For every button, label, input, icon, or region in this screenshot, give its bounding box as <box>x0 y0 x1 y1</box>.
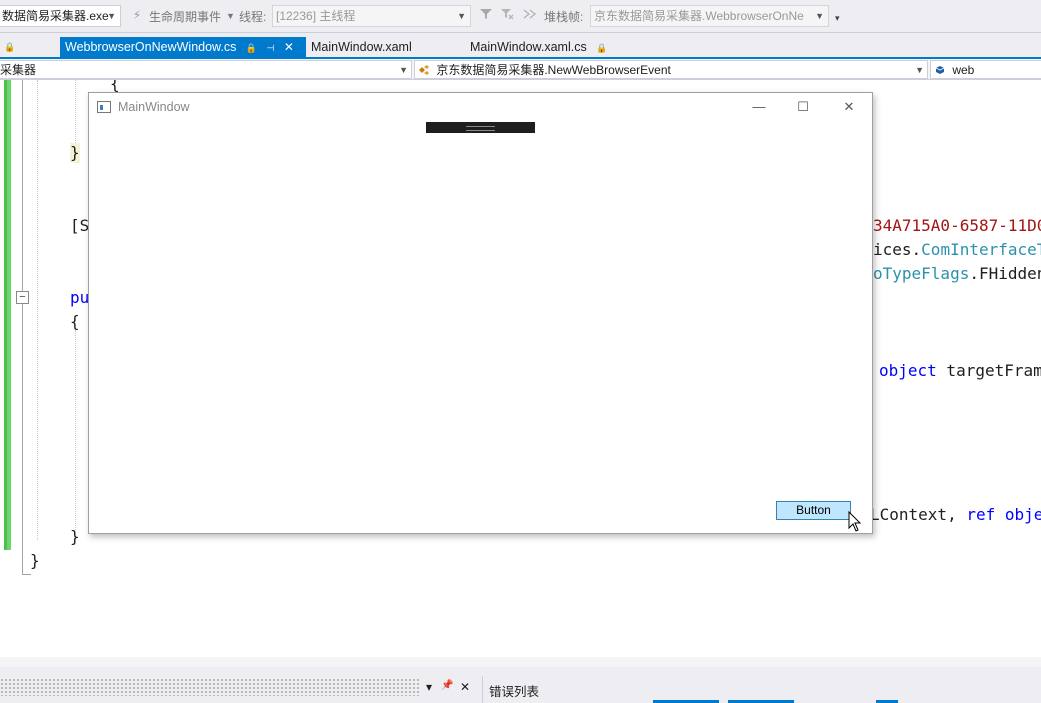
class-icon <box>419 65 429 75</box>
main-window[interactable]: MainWindow — ☐ ✕ Button <box>88 92 873 534</box>
code-interop-line: ices.ComInterfaceT <box>873 240 1041 260</box>
lifecycle-dropdown-icon[interactable]: ▼ <box>226 11 235 21</box>
navigation-bar: 采集器 ▼ 京东数据简易采集器.NewWebBrowserEvent ▼ web <box>0 59 1041 80</box>
code-token-type: oTypeFlags <box>873 264 970 283</box>
window-title: MainWindow <box>118 100 190 114</box>
stackframe-combo[interactable]: 京东数据简易采集器.WebbrowserOnNe ▼ <box>590 5 829 27</box>
filter-icon[interactable] <box>478 7 494 23</box>
collapse-icon[interactable]: − <box>16 291 29 304</box>
code-token: ices. <box>873 240 922 259</box>
code-brace: { <box>70 312 80 331</box>
lock-icon: 🔒 <box>596 43 608 53</box>
window-titlebar[interactable]: MainWindow — ☐ ✕ <box>89 93 872 121</box>
code-token-keyword: ref <box>966 505 996 524</box>
window-button[interactable]: Button <box>776 501 851 520</box>
field-dropdown[interactable]: web <box>930 60 1041 79</box>
outline-end <box>23 574 31 575</box>
close-icon[interactable]: ✕ <box>284 40 294 54</box>
split-icon[interactable] <box>521 7 537 23</box>
pin-icon[interactable]: ⊣ <box>267 43 275 53</box>
panel-separator <box>482 676 483 703</box>
member-dropdown[interactable]: 京东数据简易采集器.NewWebBrowserEvent ▼ <box>414 60 928 79</box>
project-dropdown-value: 采集器 <box>0 63 37 77</box>
lifecycle-label[interactable]: 生命周期事件 <box>149 8 221 25</box>
indent-guide <box>75 80 76 145</box>
lock-icon: 🔒 <box>245 43 258 53</box>
code-token: targetFram <box>936 361 1041 380</box>
process-combo[interactable]: 数据简易采集器.exe ▼ <box>0 5 121 27</box>
indent-guide <box>75 330 76 530</box>
chevron-down-icon: ▼ <box>399 65 408 75</box>
code-brace: } <box>30 551 40 570</box>
code-brace-highlight: } <box>70 143 80 163</box>
tab-mainwindow-xaml-cs[interactable]: MainWindow.xaml.cs 🔒 <box>465 37 625 57</box>
panel-close-icon[interactable]: ✕ <box>460 680 470 694</box>
code-token-keyword: object <box>879 361 937 380</box>
code-brace: } <box>70 527 80 546</box>
code-token: obje <box>995 505 1041 524</box>
tab-webbrowseronnewwindow[interactable]: WebbrowserOnNewWindow.cs 🔒 ⊣ ✕ <box>60 37 306 57</box>
chevron-down-icon: ▼ <box>915 65 924 75</box>
field-dropdown-value: web <box>952 63 975 77</box>
tab-label: WebbrowserOnNewWindow.cs <box>65 40 237 54</box>
code-token-type: ComInterfaceT <box>921 240 1041 259</box>
chevron-down-icon: ▼ <box>457 11 466 21</box>
code-token: .FHidden <box>969 264 1041 283</box>
window-icon <box>97 101 111 113</box>
chevron-down-icon: ▼ <box>815 11 824 21</box>
debug-toolbar-handle[interactable] <box>426 122 535 133</box>
panel-grip[interactable] <box>0 678 420 696</box>
indent-guide <box>37 80 38 540</box>
thread-label: 线程: <box>239 10 267 24</box>
mouse-cursor-icon <box>848 511 862 532</box>
error-list-title: 错误列表 <box>489 685 540 699</box>
code-token: LContext, <box>870 505 967 524</box>
code-param-line-2: LContext, ref obje <box>870 505 1041 525</box>
stackframe-combo-value: 京东数据简易采集器.WebbrowserOnNe <box>594 9 804 23</box>
outline-line <box>22 80 23 575</box>
filter-clear-icon[interactable] <box>499 7 515 23</box>
code-public-keyword: pu <box>70 288 90 307</box>
panel-dropdown-icon[interactable]: ▾ <box>426 680 432 694</box>
maximize-icon[interactable]: ☐ <box>788 97 818 117</box>
debug-toolbar: 数据简易采集器.exe ▼ ⚡ 生命周期事件 ▼ 线程: [12236] 主线程… <box>0 0 1041 33</box>
code-guid: 34A715A0-6587-11D0 <box>873 216 1041 235</box>
tab-label: MainWindow.xaml <box>311 40 412 54</box>
toolbar-overflow-icon[interactable]: ▾ <box>835 13 840 24</box>
process-combo-value: 数据简易采集器.exe <box>2 9 109 23</box>
stackframe-label: 堆栈帧: <box>544 10 584 24</box>
thread-combo[interactable]: [12236] 主线程 ▼ <box>272 5 471 27</box>
minimize-icon[interactable]: — <box>744 97 774 117</box>
thread-combo-value: [12236] 主线程 <box>276 9 356 23</box>
member-dropdown-value: 京东数据简易采集器.NewWebBrowserEvent <box>436 63 671 77</box>
lifecycle-icon[interactable]: ⚡ <box>129 7 145 23</box>
close-icon[interactable]: ✕ <box>834 97 864 117</box>
panel-pin-icon[interactable]: 📌 <box>441 680 453 691</box>
code-param-line: object targetFram <box>879 361 1041 381</box>
tab-mainwindow-xaml[interactable]: MainWindow.xaml <box>306 37 464 57</box>
tab-overflow-pin-icon[interactable]: 🔒 <box>0 37 15 57</box>
project-dropdown[interactable]: 采集器 ▼ <box>0 60 412 79</box>
code-flags-line: oTypeFlags.FHidden <box>873 264 1041 284</box>
tab-label: MainWindow.xaml.cs <box>470 40 587 54</box>
chevron-down-icon: ▼ <box>107 11 116 21</box>
code-attribute-start: [S <box>70 216 90 235</box>
document-tabs: 🔒 WebbrowserOnNewWindow.cs 🔒 ⊣ ✕ MainWin… <box>0 33 1041 59</box>
field-icon <box>935 66 945 74</box>
change-tracking-bar-saved <box>4 80 7 550</box>
